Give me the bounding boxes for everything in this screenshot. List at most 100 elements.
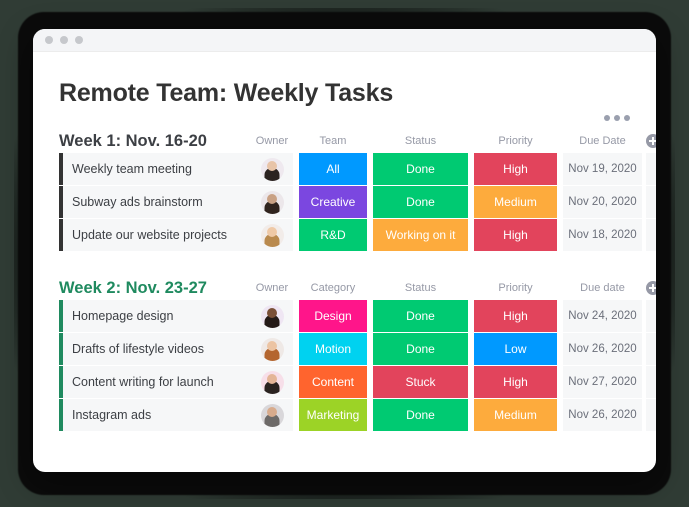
task-name-cell[interactable]: Subway ads brainstorm — [59, 186, 251, 218]
status-pill[interactable]: Done — [373, 333, 468, 365]
task-name-label: Weekly team meeting — [72, 162, 192, 176]
board-section: Week 2: Nov. 23-27 Owner Category Status Pri… — [59, 277, 656, 431]
task-name-label: Subway ads brainstorm — [72, 195, 203, 209]
boards-container: Week 1: Nov. 16-20 Owner Team Status Priorit… — [59, 130, 656, 431]
task-name-cell[interactable]: Instagram ads — [59, 399, 251, 431]
page-title: Remote Team: Weekly Tasks — [59, 79, 394, 107]
screenshot-stage: Remote Team: Weekly Tasks Week 1: Nov. 1… — [0, 0, 689, 507]
owner-cell[interactable] — [251, 153, 293, 185]
table-row[interactable]: Instagram ads Marketing Done Medium Nov 26, … — [59, 399, 656, 431]
category-pill[interactable]: All — [299, 153, 367, 185]
due-date-cell[interactable]: Nov 24, 2020 — [563, 300, 642, 332]
owner-cell[interactable] — [251, 186, 293, 218]
avatar — [260, 223, 284, 247]
priority-pill[interactable]: Medium — [474, 399, 557, 431]
column-header-owner[interactable]: Owner — [251, 135, 293, 147]
board-title: Week 1: Nov. 16-20 — [59, 131, 207, 150]
avatar — [260, 370, 284, 394]
add-column-button[interactable] — [646, 134, 656, 148]
avatar-head — [267, 340, 277, 351]
priority-pill[interactable]: High — [474, 366, 557, 398]
owner-cell[interactable] — [251, 300, 293, 332]
due-date-cell[interactable]: Nov 26, 2020 — [563, 333, 642, 365]
column-header-due-date[interactable]: Due Date — [563, 135, 642, 147]
due-date-cell[interactable]: Nov 20, 2020 — [563, 186, 642, 218]
table-row[interactable]: Drafts of lifestyle videos Motion Done Low N… — [59, 333, 656, 365]
status-pill[interactable]: Done — [373, 153, 468, 185]
window-dot-maximize-icon[interactable] — [75, 36, 83, 44]
window-titlebar — [33, 29, 656, 52]
owner-cell[interactable] — [251, 366, 293, 398]
empty-cell[interactable] — [646, 219, 656, 251]
due-date-cell[interactable]: Nov 18, 2020 — [563, 219, 642, 251]
task-name-cell[interactable]: Content writing for launch — [59, 366, 251, 398]
task-name-label: Content writing for launch — [72, 375, 214, 389]
avatar-head — [267, 373, 277, 384]
task-name-label: Drafts of lifestyle videos — [72, 342, 204, 356]
page-content: Remote Team: Weekly Tasks Week 1: Nov. 1… — [33, 79, 656, 431]
category-pill[interactable]: Creative — [299, 186, 367, 218]
task-name-label: Homepage design — [72, 309, 174, 323]
avatar-head — [267, 193, 277, 204]
kebab-dot-3 — [624, 115, 630, 121]
category-pill[interactable]: Content — [299, 366, 367, 398]
priority-pill[interactable]: High — [474, 300, 557, 332]
task-name-cell[interactable]: Drafts of lifestyle videos — [59, 333, 251, 365]
priority-pill[interactable]: Medium — [474, 186, 557, 218]
column-header-status[interactable]: Status — [373, 135, 468, 147]
table-row[interactable]: Content writing for launch Content Stuck Hi… — [59, 366, 656, 398]
add-column-button[interactable] — [646, 281, 656, 295]
empty-cell[interactable] — [646, 300, 656, 332]
column-header-priority[interactable]: Priority — [474, 135, 557, 147]
window-dot-minimize-icon[interactable] — [60, 36, 68, 44]
window-dot-close-icon[interactable] — [45, 36, 53, 44]
task-name-label: Update our website projects — [72, 228, 227, 242]
status-pill[interactable]: Done — [373, 186, 468, 218]
status-pill[interactable]: Stuck — [373, 366, 468, 398]
avatar — [260, 157, 284, 181]
task-name-cell[interactable]: Homepage design — [59, 300, 251, 332]
empty-cell[interactable] — [646, 186, 656, 218]
column-header-due-date[interactable]: Due date — [563, 282, 642, 294]
owner-cell[interactable] — [251, 333, 293, 365]
empty-cell[interactable] — [646, 366, 656, 398]
board-header-row: Week 1: Nov. 16-20 Owner Team Status Priorit… — [59, 130, 656, 152]
status-pill[interactable]: Done — [373, 300, 468, 332]
priority-pill[interactable]: Low — [474, 333, 557, 365]
due-date-cell[interactable]: Nov 27, 2020 — [563, 366, 642, 398]
due-date-cell[interactable]: Nov 19, 2020 — [563, 153, 642, 185]
category-pill[interactable]: R&D — [299, 219, 367, 251]
kebab-dot-1 — [604, 115, 610, 121]
column-header-priority[interactable]: Priority — [474, 282, 557, 294]
category-pill[interactable]: Marketing — [299, 399, 367, 431]
avatar — [260, 337, 284, 361]
column-header-team[interactable]: Team — [299, 135, 367, 147]
task-name-cell[interactable]: Weekly team meeting — [59, 153, 251, 185]
kebab-dot-2 — [614, 115, 620, 121]
due-date-cell[interactable]: Nov 26, 2020 — [563, 399, 642, 431]
category-pill[interactable]: Design — [299, 300, 367, 332]
category-pill[interactable]: Motion — [299, 333, 367, 365]
empty-cell[interactable] — [646, 153, 656, 185]
kebab-menu-icon[interactable] — [604, 115, 630, 121]
task-name-label: Instagram ads — [72, 408, 152, 422]
owner-cell[interactable] — [251, 399, 293, 431]
priority-pill[interactable]: High — [474, 219, 557, 251]
status-pill[interactable]: Working on it — [373, 219, 468, 251]
task-name-cell[interactable]: Update our website projects — [59, 219, 251, 251]
priority-pill[interactable]: High — [474, 153, 557, 185]
plus-icon — [646, 281, 656, 295]
avatar — [260, 304, 284, 328]
empty-cell[interactable] — [646, 399, 656, 431]
table-row[interactable]: Homepage design Design Done High Nov 24, 202… — [59, 300, 656, 332]
table-row[interactable]: Update our website projects R&D Working on… — [59, 219, 656, 251]
owner-cell[interactable] — [251, 219, 293, 251]
column-header-owner[interactable]: Owner — [251, 282, 293, 294]
table-row[interactable]: Weekly team meeting All Done High Nov 19, 20… — [59, 153, 656, 185]
avatar-head — [267, 307, 277, 318]
empty-cell[interactable] — [646, 333, 656, 365]
column-header-status[interactable]: Status — [373, 282, 468, 294]
table-row[interactable]: Subway ads brainstorm Creative Done Medium N… — [59, 186, 656, 218]
status-pill[interactable]: Done — [373, 399, 468, 431]
column-header-category[interactable]: Category — [299, 282, 367, 294]
